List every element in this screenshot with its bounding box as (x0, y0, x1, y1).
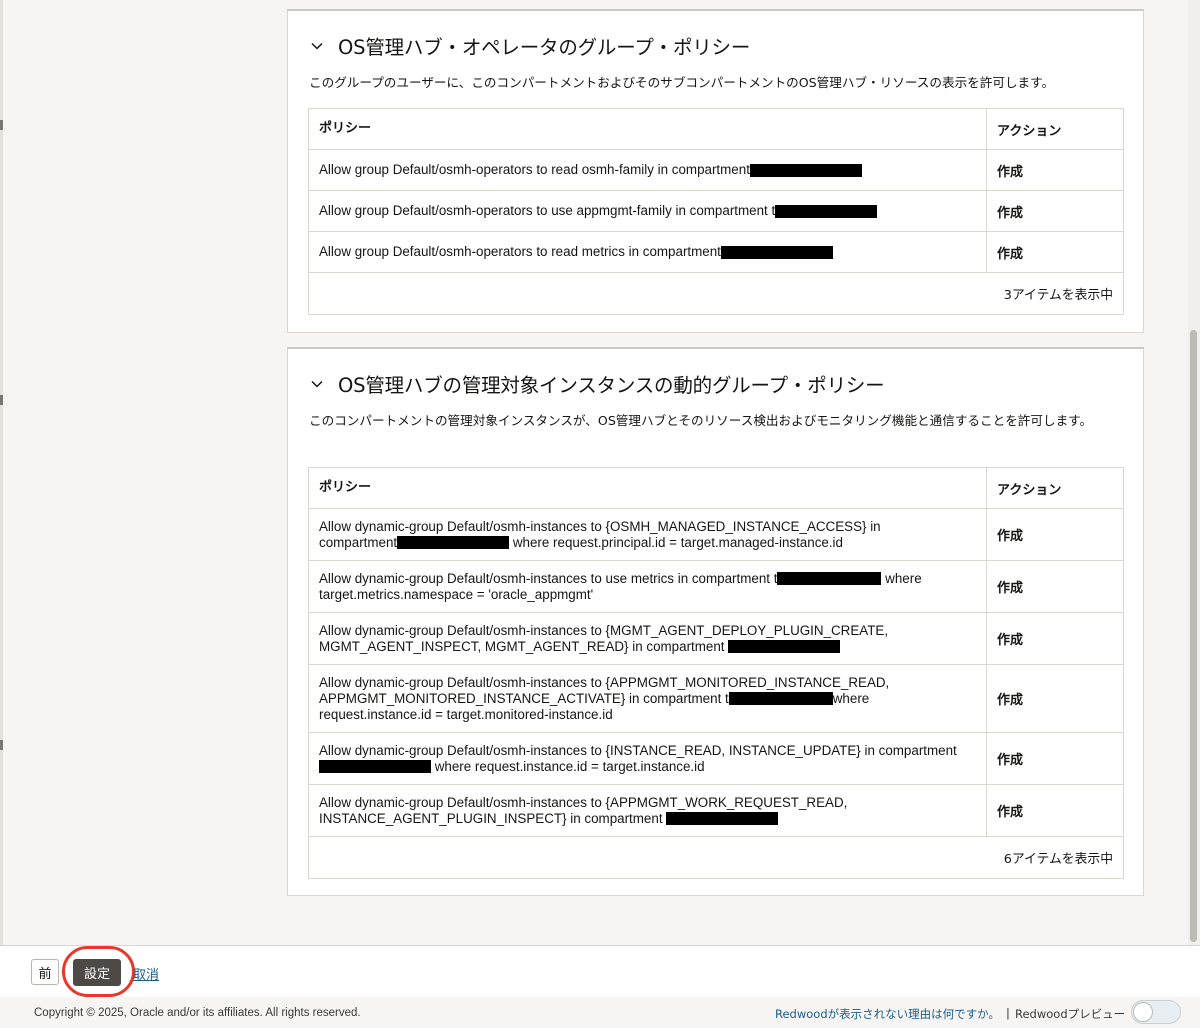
vertical-scrollbar[interactable] (1188, 0, 1200, 945)
highlight-annotation (62, 946, 135, 997)
policy-text: Allow dynamic-group Default/osmh-instanc… (319, 570, 778, 586)
create-action[interactable]: 作成 (987, 733, 1123, 784)
card-header[interactable]: OS管理ハブの管理対象インスタンスの動的グループ・ポリシー (310, 369, 885, 398)
redwood-preview-toggle[interactable] (1131, 1000, 1181, 1024)
create-action[interactable]: 作成 (987, 785, 1123, 836)
create-action[interactable]: 作成 (987, 665, 1123, 732)
create-action[interactable]: 作成 (987, 561, 1123, 612)
policy-text: Allow dynamic-group Default/osmh-instanc… (319, 674, 890, 690)
redacted-compartment (397, 535, 510, 549)
policy-cell: Allow dynamic-group Default/osmh-instanc… (309, 733, 987, 784)
policy-text: Allow dynamic-group Default/osmh-instanc… (319, 622, 889, 638)
policy-table: ポリシー アクション Allow dynamic-group Default/o… (308, 467, 1124, 879)
table-row: Allow group Default/osmh-operators to us… (309, 191, 1123, 232)
edge-mark (0, 740, 3, 750)
redacted-compartment (749, 163, 862, 177)
footer-separator: | (1006, 1006, 1010, 1020)
policy-cell: Allow group Default/osmh-operators to us… (309, 191, 987, 231)
table-row: Allow dynamic-group Default/osmh-instanc… (309, 613, 1123, 665)
create-action[interactable]: 作成 (987, 232, 1123, 272)
policy-text: Allow dynamic-group Default/osmh-instanc… (319, 742, 957, 758)
policy-text: Allow group Default/osmh-operators to re… (319, 244, 721, 259)
edge-mark (0, 120, 3, 130)
redacted-compartment (775, 204, 878, 218)
policy-table: ポリシー アクション Allow group Default/osmh-oper… (308, 108, 1124, 315)
toggle-knob (1133, 1002, 1153, 1022)
left-panel-edge (0, 0, 3, 945)
create-action[interactable]: 作成 (987, 613, 1123, 664)
table-row: Allow group Default/osmh-operators to re… (309, 232, 1123, 273)
card-title: OS管理ハブの管理対象インスタンスの動的グループ・ポリシー (338, 374, 885, 397)
redacted-compartment (728, 639, 841, 653)
create-action[interactable]: 作成 (987, 509, 1123, 560)
copyright-text: Copyright © 2025, Oracle and/or its affi… (34, 1007, 361, 1019)
policy-text: where request.instance.id = target.insta… (431, 758, 705, 774)
page-footer: Copyright © 2025, Oracle and/or its affi… (0, 997, 1200, 1028)
column-header-action: アクション (997, 123, 1062, 139)
policy-text: where (881, 570, 922, 586)
table-footer: 3アイテムを表示中 (1003, 288, 1113, 303)
policy-text: MGMT_AGENT_INSPECT, MGMT_AGENT_READ} in … (319, 638, 729, 654)
policy-text: request.instance.id = target.monitored-i… (319, 706, 613, 722)
create-action[interactable]: 作成 (987, 191, 1123, 231)
edge-mark (0, 395, 3, 405)
policy-cell: Allow dynamic-group Default/osmh-instanc… (309, 561, 987, 612)
table-row: Allow dynamic-group Default/osmh-instanc… (309, 561, 1123, 613)
chevron-down-icon[interactable] (310, 377, 324, 391)
column-header-action: アクション (997, 482, 1062, 498)
table-row: Allow dynamic-group Default/osmh-instanc… (309, 509, 1123, 561)
table-row: Allow dynamic-group Default/osmh-instanc… (309, 785, 1123, 837)
table-row: Allow dynamic-group Default/osmh-instanc… (309, 733, 1123, 785)
redacted-compartment (728, 691, 833, 705)
policy-text: Allow group Default/osmh-operators to us… (319, 203, 776, 218)
operator-group-policy-card: OS管理ハブ・オペレータのグループ・ポリシー このグループのユーザーに、このコン… (287, 9, 1144, 333)
card-description: このコンパートメントの管理対象インスタンスが、OS管理ハブとそのリソース検出およ… (309, 413, 1093, 428)
redacted-compartment (666, 811, 779, 825)
policy-cell: Allow dynamic-group Default/osmh-instanc… (309, 613, 987, 664)
policy-cell: Allow group Default/osmh-operators to re… (309, 232, 987, 272)
redacted-compartment (720, 245, 833, 259)
policy-text: Allow dynamic-group Default/osmh-instanc… (319, 518, 881, 534)
policy-cell: Allow dynamic-group Default/osmh-instanc… (309, 785, 987, 836)
redwood-help-link[interactable]: Redwoodが表示されない理由は何ですか。 (775, 1006, 1000, 1022)
chevron-down-icon[interactable] (310, 39, 324, 53)
policy-cell: Allow dynamic-group Default/osmh-instanc… (309, 509, 987, 560)
policy-cell: Allow dynamic-group Default/osmh-instanc… (309, 665, 987, 732)
policy-text: APPMGMT_MONITORED_INSTANCE_ACTIVATE} in … (319, 690, 729, 706)
column-header-policy: ポリシー (309, 109, 987, 149)
wizard-action-bar: 前 設定 取消 (0, 945, 1200, 997)
policy-text: Allow dynamic-group Default/osmh-instanc… (319, 794, 848, 810)
scrollbar-thumb[interactable] (1190, 330, 1197, 942)
policy-text: compartment (319, 534, 398, 550)
card-title: OS管理ハブ・オペレータのグループ・ポリシー (338, 36, 751, 59)
table-footer: 6アイテムを表示中 (1003, 852, 1113, 867)
card-header[interactable]: OS管理ハブ・オペレータのグループ・ポリシー (310, 31, 750, 60)
policy-text: where request.principal.id = target.mana… (509, 534, 843, 550)
column-header-policy: ポリシー (309, 468, 987, 508)
redwood-preview-label: Redwoodプレビュー (1015, 1007, 1126, 1021)
card-description: このグループのユーザーに、このコンパートメントおよびそのサブコンパートメントのO… (309, 75, 1055, 90)
cancel-link[interactable]: 取消 (133, 964, 159, 983)
policy-text: INSTANCE_AGENT_PLUGIN_INSPECT} in compar… (319, 810, 667, 826)
previous-button[interactable]: 前 (31, 959, 59, 985)
policy-text: target.metrics.namespace = 'oracle_appmg… (319, 586, 594, 602)
table-row: Allow dynamic-group Default/osmh-instanc… (309, 665, 1123, 733)
redacted-compartment (319, 759, 431, 773)
policy-text: where (832, 690, 870, 706)
policy-cell: Allow group Default/osmh-operators to re… (309, 150, 987, 190)
dynamic-group-policy-card: OS管理ハブの管理対象インスタンスの動的グループ・ポリシー このコンパートメント… (287, 347, 1144, 896)
table-header-row: ポリシー アクション (309, 468, 1123, 509)
table-row: Allow group Default/osmh-operators to re… (309, 150, 1123, 191)
redacted-compartment (777, 571, 882, 585)
table-header-row: ポリシー アクション (309, 109, 1123, 150)
policy-text: Allow group Default/osmh-operators to re… (319, 162, 750, 177)
create-action[interactable]: 作成 (987, 150, 1123, 190)
